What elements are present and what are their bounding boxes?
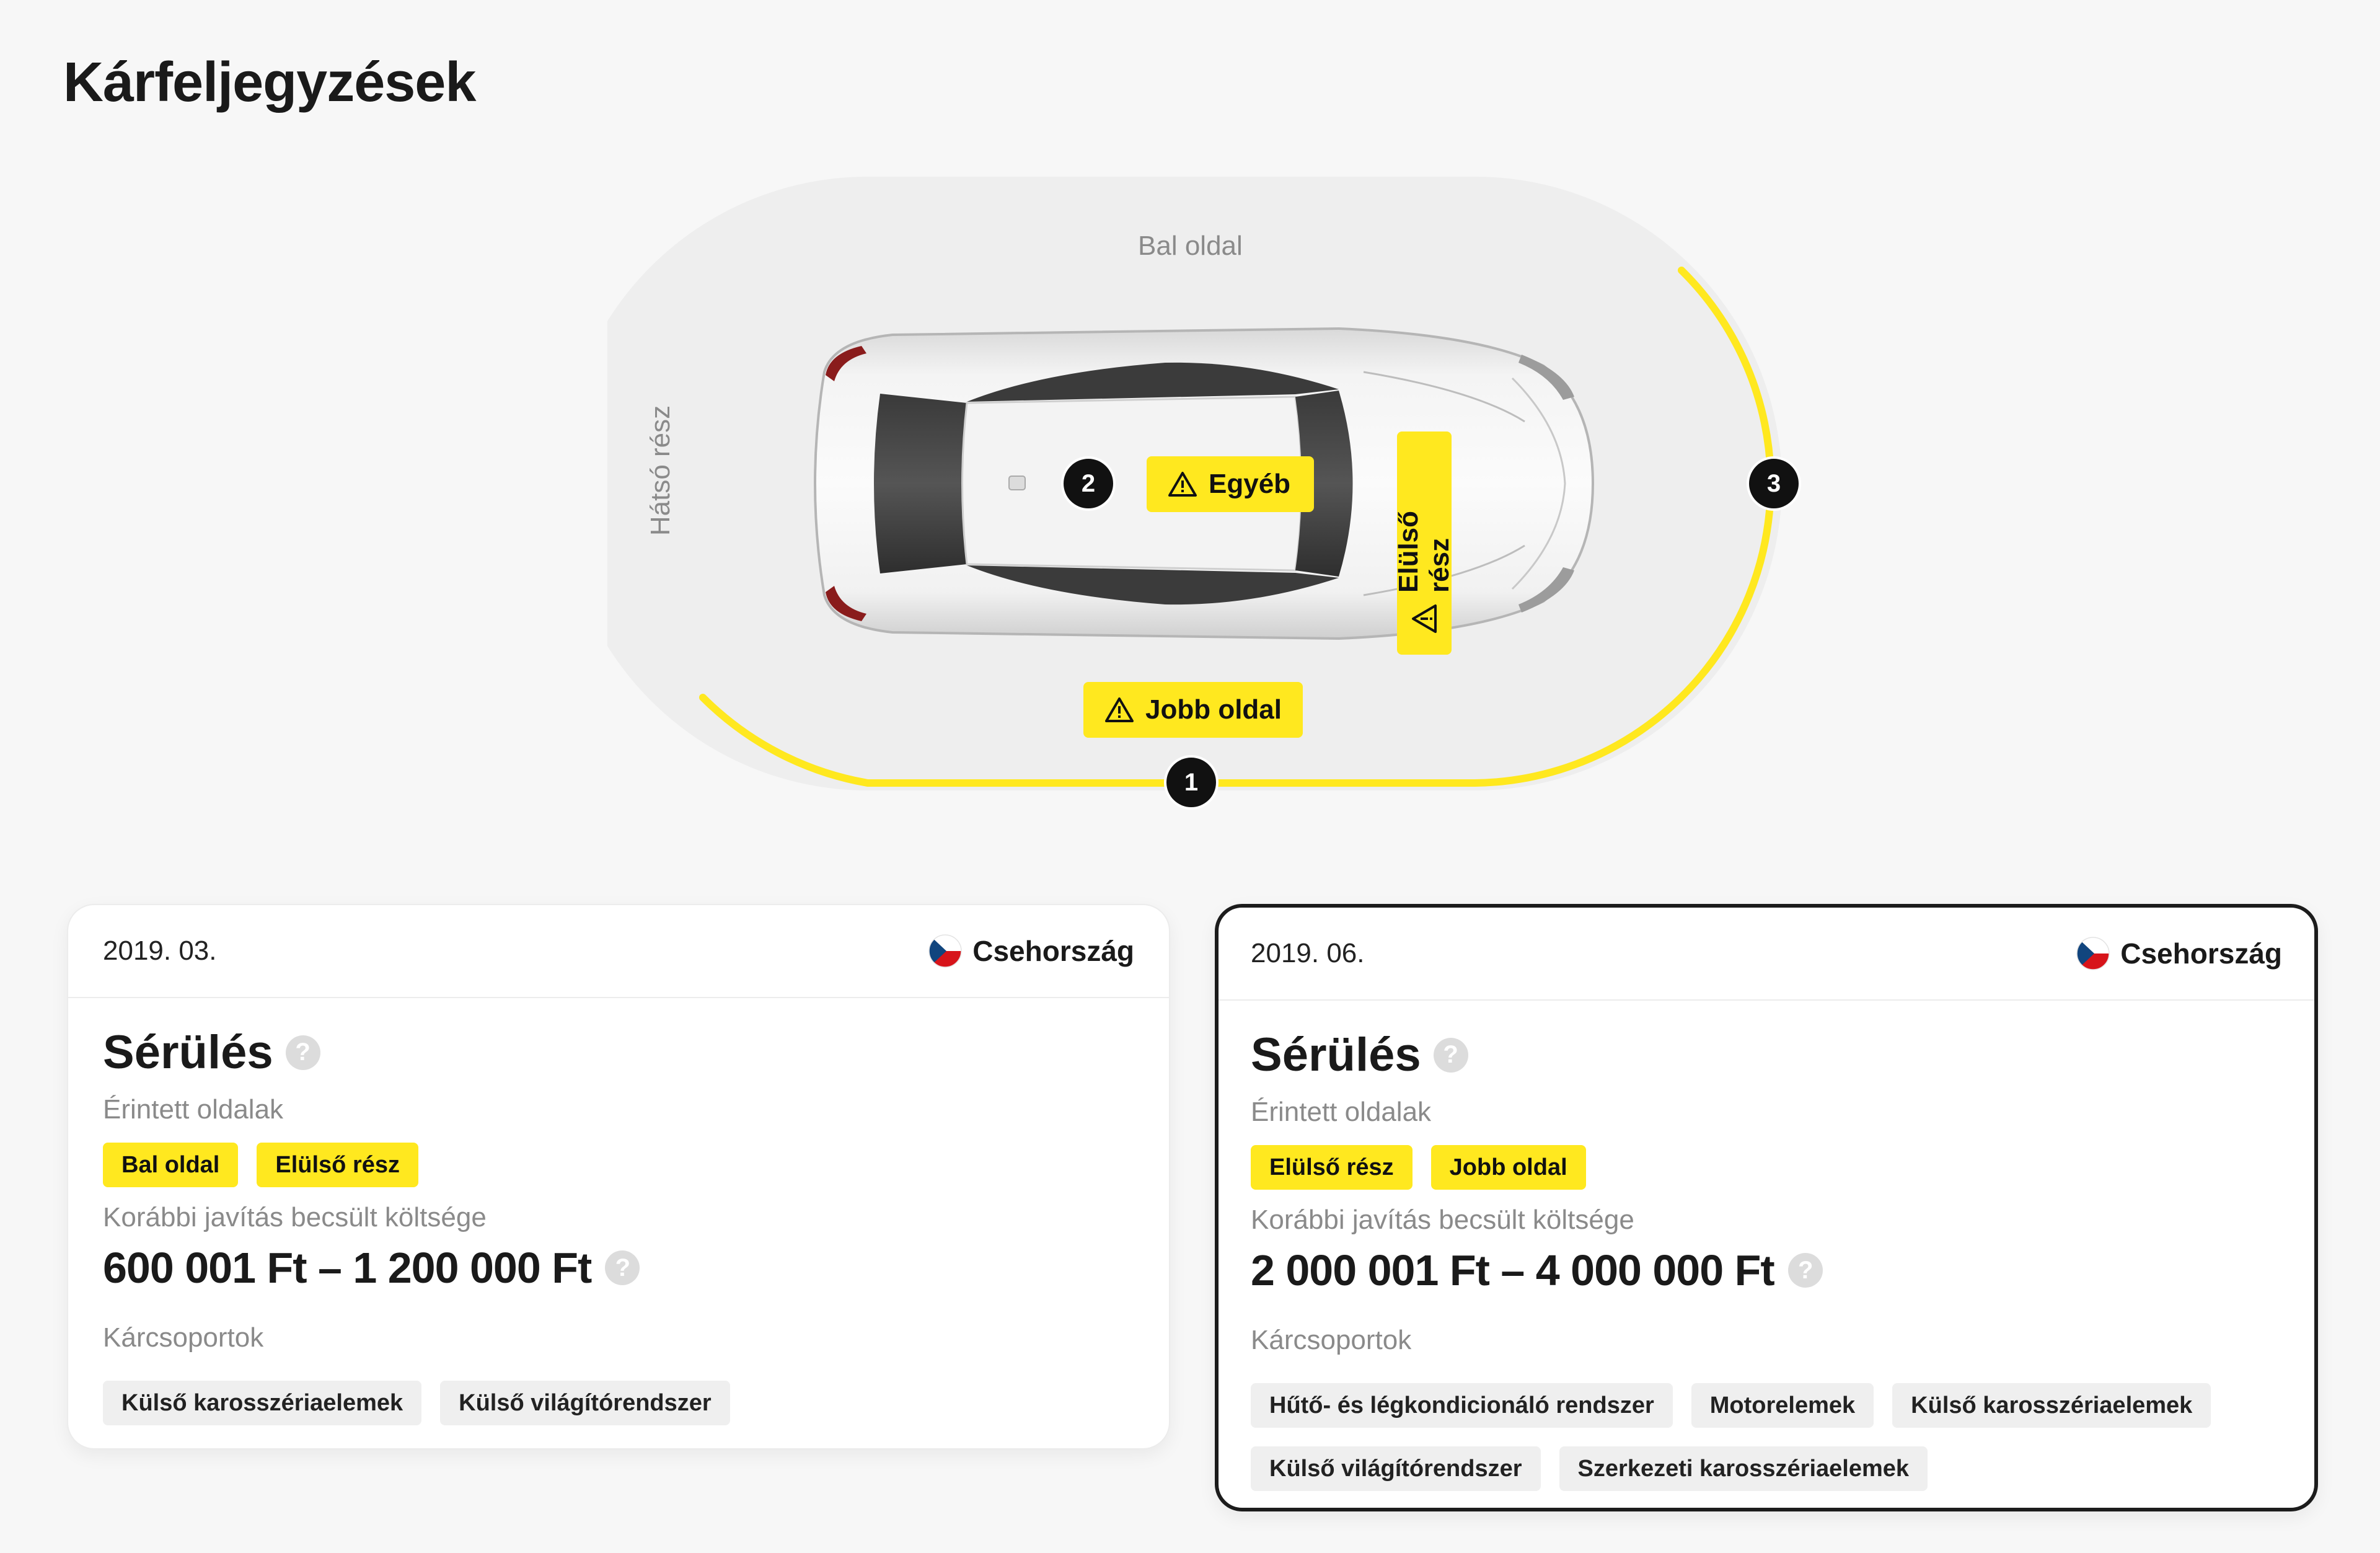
marker-1[interactable]: 1 bbox=[1164, 755, 1219, 810]
help-icon[interactable]: ? bbox=[1433, 1037, 1468, 1073]
damage-groups-label: Kárcsoportok bbox=[1251, 1325, 1412, 1355]
record-date: 2019. 06. bbox=[1251, 938, 1365, 968]
affected-side-chip: Elülső rész bbox=[1251, 1145, 1413, 1190]
damage-group-chip: Külső karosszériaelemek bbox=[103, 1381, 422, 1425]
zone-tag-other[interactable]: Egyéb bbox=[1147, 456, 1314, 512]
help-icon[interactable]: ? bbox=[285, 1035, 320, 1070]
repair-cost-label: Korábbi javítás becsült költsége bbox=[103, 1202, 487, 1232]
warning-icon bbox=[1412, 604, 1437, 633]
damage-record-card-selected[interactable]: 2019. 06. Csehország Sérülés ? Érintett … bbox=[1215, 904, 2318, 1511]
damage-group-chip: Motorelemek bbox=[1691, 1383, 1874, 1428]
warning-icon bbox=[1105, 697, 1134, 722]
affected-sides-label: Érintett oldalak bbox=[1251, 1097, 1432, 1127]
zone-tag-right[interactable]: Jobb oldal bbox=[1083, 682, 1303, 738]
card-header: 2019. 06. Csehország bbox=[1219, 908, 2314, 1001]
page: Kárfeljegyzések Bal oldal Hátsó rész Egy… bbox=[0, 0, 2380, 1553]
record-country: Csehország bbox=[2076, 936, 2282, 971]
damage-groups: Hűtő- és légkondicionáló rendszer Motore… bbox=[1251, 1383, 2282, 1491]
affected-side-chip: Elülső rész bbox=[257, 1143, 419, 1187]
repair-cost-value: 2 000 001 Ft – 4 000 000 Ft bbox=[1251, 1246, 1775, 1294]
card-body: Sérülés ? Érintett oldalak Elülső rész J… bbox=[1219, 1001, 2314, 1491]
affected-sides-label: Érintett oldalak bbox=[103, 1094, 284, 1125]
card-header: 2019. 03. Csehország bbox=[68, 905, 1169, 998]
czech-flag-icon bbox=[928, 934, 962, 968]
damage-group-chip: Külső karosszériaelemek bbox=[1892, 1383, 2211, 1428]
warning-icon bbox=[1168, 472, 1197, 497]
zone-tag-other-label: Egyéb bbox=[1209, 469, 1291, 499]
affected-sides: Elülső rész Jobb oldal bbox=[1251, 1145, 2282, 1190]
damage-title: Sérülés ? bbox=[103, 1025, 1134, 1079]
repair-cost-label: Korábbi javítás becsült költsége bbox=[1251, 1205, 1634, 1235]
zone-tag-front-label: Elülső rész bbox=[1393, 510, 1455, 593]
record-date: 2019. 03. bbox=[103, 936, 217, 966]
car-damage-diagram: Bal oldal Hátsó rész Egyéb Jobb oldal El… bbox=[607, 174, 1801, 843]
marker-2[interactable]: 2 bbox=[1061, 456, 1116, 511]
damage-groups: Külső karosszériaelemek Külső világítóre… bbox=[103, 1381, 1134, 1425]
help-icon[interactable]: ? bbox=[605, 1250, 640, 1285]
damage-group-chip: Külső világítórendszer bbox=[440, 1381, 730, 1425]
country-name: Csehország bbox=[972, 935, 1134, 967]
damage-title-text: Sérülés bbox=[1251, 1029, 1421, 1081]
damage-title: Sérülés ? bbox=[1251, 1028, 2282, 1082]
damage-group-chip: Szerkezeti karosszériaelemek bbox=[1559, 1446, 1928, 1491]
affected-side-chip: Bal oldal bbox=[103, 1143, 239, 1187]
page-title: Kárfeljegyzések bbox=[63, 51, 476, 113]
side-label-left: Bal oldal bbox=[1138, 231, 1243, 261]
side-label-rear: Hátsó rész bbox=[645, 405, 676, 536]
help-icon[interactable]: ? bbox=[1787, 1253, 1823, 1288]
repair-cost-value: 600 001 Ft – 1 200 000 Ft bbox=[103, 1244, 592, 1292]
card-body: Sérülés ? Érintett oldalak Bal oldal Elü… bbox=[68, 998, 1169, 1425]
damage-title-text: Sérülés bbox=[103, 1026, 273, 1079]
country-name: Csehország bbox=[2120, 937, 2282, 970]
damage-group-chip: Külső világítórendszer bbox=[1251, 1446, 1541, 1491]
damage-group-chip: Hűtő- és légkondicionáló rendszer bbox=[1251, 1383, 1673, 1428]
affected-sides: Bal oldal Elülső rész bbox=[103, 1143, 1134, 1187]
repair-cost: 600 001 Ft – 1 200 000 Ft ? bbox=[103, 1243, 1134, 1293]
zone-tag-front[interactable]: Elülső rész bbox=[1393, 431, 1455, 655]
damage-groups-label: Kárcsoportok bbox=[103, 1322, 264, 1353]
damage-record-card[interactable]: 2019. 03. Csehország Sérülés ? Érintett … bbox=[67, 904, 1170, 1449]
czech-flag-icon bbox=[2076, 937, 2110, 970]
marker-3[interactable]: 3 bbox=[1747, 456, 1801, 511]
zone-tag-right-label: Jobb oldal bbox=[1145, 694, 1282, 725]
repair-cost: 2 000 001 Ft – 4 000 000 Ft ? bbox=[1251, 1245, 2282, 1295]
record-country: Csehország bbox=[928, 934, 1134, 968]
affected-side-chip: Jobb oldal bbox=[1430, 1145, 1586, 1190]
